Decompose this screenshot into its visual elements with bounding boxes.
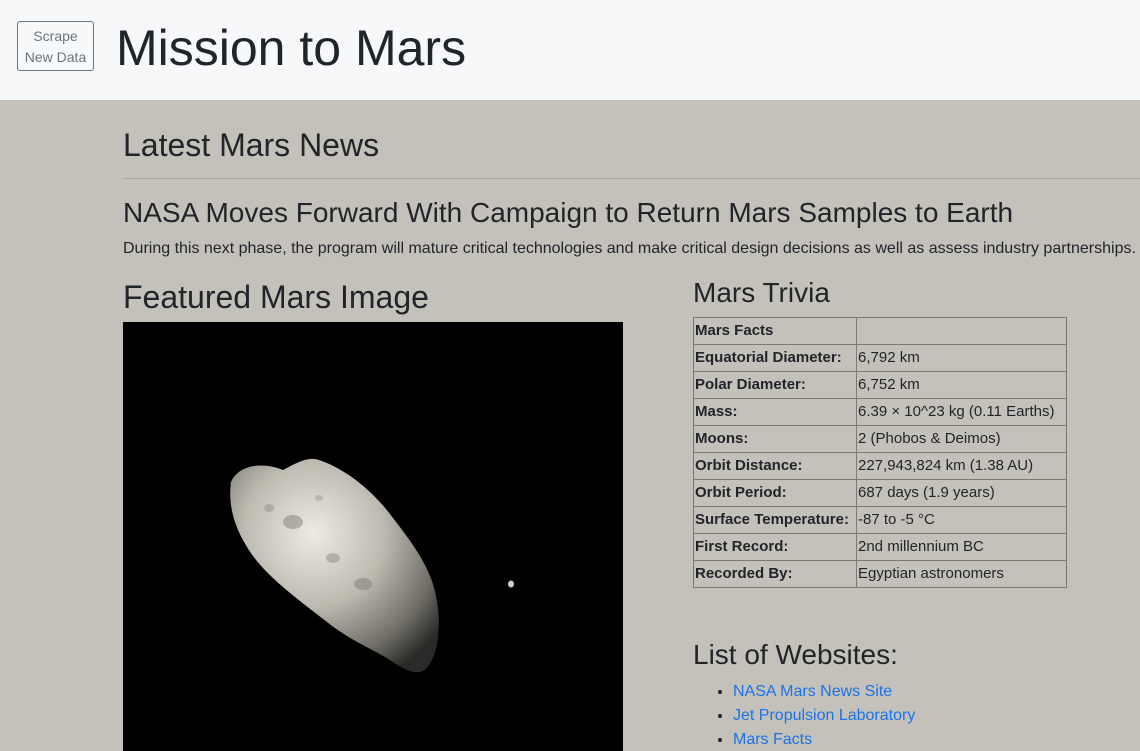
websites-list: NASA Mars News Site Jet Propulsion Labor… [693,680,915,751]
fact-label: Orbit Period: [693,479,857,507]
list-item: Jet Propulsion Laboratory [733,704,915,728]
fact-value: 687 days (1.9 years) [856,479,1067,507]
table-row: Polar Diameter: 6,752 km [693,371,1067,399]
asteroid-image [123,322,623,751]
fact-value: 2 (Phobos & Deimos) [856,425,1067,453]
page-header: Scrape New Data Mission to Mars [0,0,1140,100]
fact-label: Recorded By: [693,560,857,588]
featured-image-heading: Featured Mars Image [123,279,429,315]
link-jet-propulsion-laboratory[interactable]: Jet Propulsion Laboratory [733,707,915,724]
featured-image [123,322,623,751]
fact-value: 2nd millennium BC [856,533,1067,561]
news-paragraph: During this next phase, the program will… [123,240,1136,257]
fact-label: Surface Temperature: [693,506,857,534]
table-row: Mars Facts [693,317,1067,345]
fact-value: 6,792 km [856,344,1067,372]
fact-value: 227,943,824 km (1.38 AU) [856,452,1067,480]
fact-value: -87 to -5 °C [856,506,1067,534]
list-item: Mars Facts [733,728,915,751]
link-mars-facts[interactable]: Mars Facts [733,731,812,748]
table-row: Orbit Distance: 227,943,824 km (1.38 AU) [693,452,1067,480]
table-row: Orbit Period: 687 days (1.9 years) [693,479,1067,507]
fact-label: Moons: [693,425,857,453]
list-item: NASA Mars News Site [733,680,915,704]
news-divider [123,178,1140,179]
link-nasa-mars-news-site[interactable]: NASA Mars News Site [733,683,892,700]
fact-value: 6,752 km [856,371,1067,399]
main-content: Latest Mars News NASA Moves Forward With… [123,100,1140,751]
table-row: Recorded By: Egyptian astronomers [693,560,1067,588]
fact-label: Mass: [693,398,857,426]
fact-label: First Record: [693,533,857,561]
fact-label: Equatorial Diameter: [693,344,857,372]
table-row: First Record: 2nd millennium BC [693,533,1067,561]
fact-label: Polar Diameter: [693,371,857,399]
fact-label: Mars Facts [693,317,857,345]
table-row: Mass: 6.39 × 10^23 kg (0.11 Earths) [693,398,1067,426]
fact-value [856,317,1067,345]
fact-value: 6.39 × 10^23 kg (0.11 Earths) [856,398,1067,426]
scrape-new-data-button[interactable]: Scrape New Data [17,21,94,71]
news-title: NASA Moves Forward With Campaign to Retu… [123,197,1014,228]
websites-heading: List of Websites: [693,639,898,670]
table-row: Moons: 2 (Phobos & Deimos) [693,425,1067,453]
table-row: Equatorial Diameter: 6,792 km [693,344,1067,372]
table-row: Surface Temperature: -87 to -5 °C [693,506,1067,534]
mars-trivia-heading: Mars Trivia [693,277,830,308]
mars-facts-table: Mars Facts Equatorial Diameter: 6,792 km … [693,317,1067,588]
fact-label: Orbit Distance: [693,452,857,480]
page-title: Mission to Mars [116,20,467,76]
fact-value: Egyptian astronomers [856,560,1067,588]
latest-news-heading: Latest Mars News [123,127,380,163]
